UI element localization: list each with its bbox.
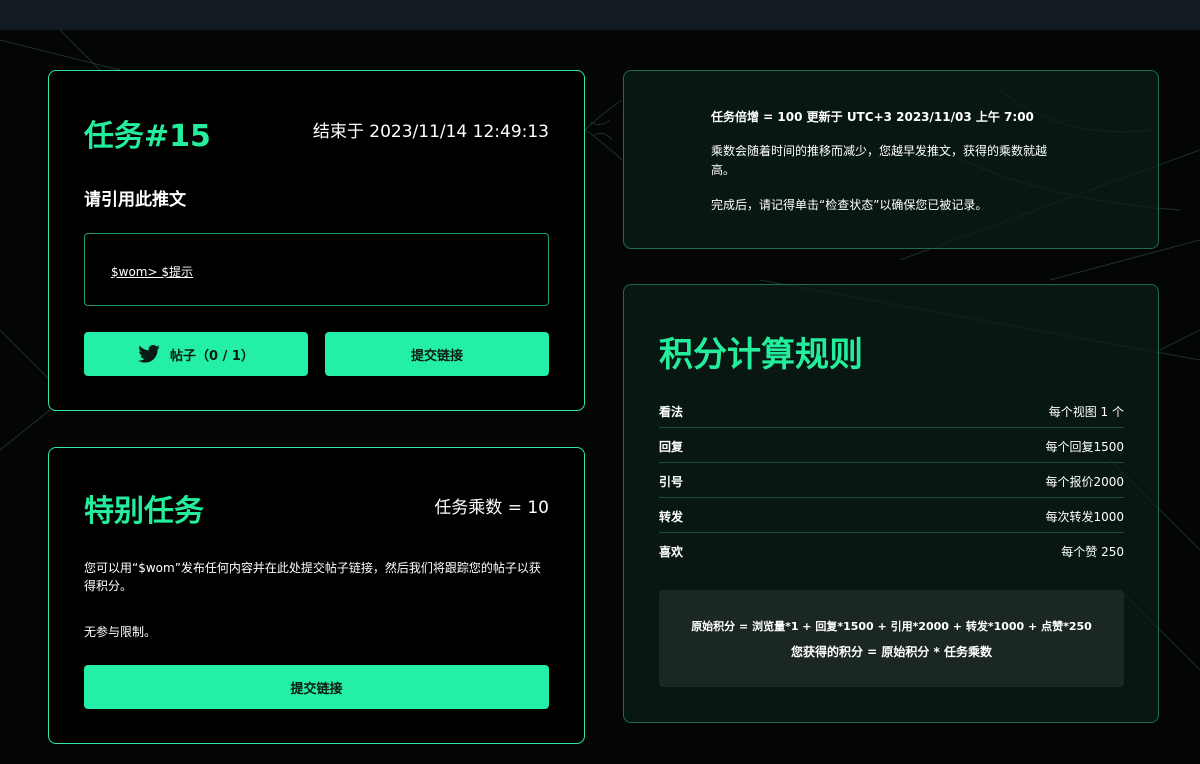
quote-box: $wom> $提示 [84, 233, 549, 306]
rule-value: 每个报价2000 [1045, 475, 1124, 489]
twitter-bird-icon [138, 345, 160, 363]
rule-label: 看法 [659, 405, 684, 419]
earned-points-formula: 您获得的积分 = 原始积分 * 任务乘数 [790, 645, 993, 659]
rule-row: 引号 每个报价2000 [659, 463, 1124, 498]
task-multiplier: 任务乘数 = 10 [434, 498, 549, 518]
task-instruction: 请引用此推文 [84, 190, 186, 210]
points-rules-card: 积分计算规则 看法 每个视图 1 个 回复 每个回复1500 引号 每个报价20… [623, 284, 1159, 723]
special-task-description: 您可以用“$wom”发布任何内容并在此处提交帖子链接，然后我们将跟踪您的帖子以获… [84, 561, 541, 593]
rule-label: 转发 [659, 510, 684, 524]
special-task-card: 特别任务 任务乘数 = 10 您可以用“$wom”发布任何内容并在此处提交帖子链… [48, 447, 585, 744]
post-button-label: 帖子（0 / 1） [170, 348, 254, 364]
rule-label: 回复 [659, 440, 684, 454]
participation-limit: 无参与限制。 [84, 625, 157, 639]
post-button[interactable]: 帖子（0 / 1） [84, 332, 308, 376]
rule-row: 回复 每个回复1500 [659, 428, 1124, 463]
rules-title: 积分计算规则 [659, 335, 863, 375]
rule-value: 每个回复1500 [1045, 440, 1124, 454]
rule-value: 每个赞 250 [1061, 545, 1124, 559]
rule-row: 喜欢 每个赞 250 [659, 533, 1124, 568]
top-bar [0, 0, 1200, 30]
task-card: 任务#15 结束于 2023/11/14 12:49:13 请引用此推文 $wo… [48, 70, 585, 411]
rule-row: 看法 每个视图 1 个 [659, 393, 1124, 428]
rule-value: 每个视图 1 个 [1048, 405, 1124, 419]
multiplier-headline: 任务倍增 = 100 更新于 UTC+3 2023/11/03 上午 7:00 [711, 110, 1034, 124]
submit-link-button[interactable]: 提交链接 [325, 332, 549, 376]
special-submit-link-button[interactable]: 提交链接 [84, 665, 549, 709]
special-task-title: 特别任务 [84, 494, 204, 529]
end-time: 结束于 2023/11/14 12:49:13 [312, 122, 549, 142]
rule-value: 每次转发1000 [1045, 510, 1124, 524]
formula-box: 原始积分 = 浏览量*1 + 回复*1500 + 引用*2000 + 转发*10… [659, 590, 1124, 687]
quote-link[interactable]: $wom> $提示 [111, 263, 193, 280]
check-status-reminder: 完成后，请记得单击“检查状态”以确保您已被记录。 [711, 198, 988, 212]
multiplier-explanation: 乘数会随着时间的推移而减少，您越早发推文，获得的乘数就越高。 [711, 144, 1048, 177]
task-title: 任务#15 [84, 119, 211, 154]
rule-row: 转发 每次转发1000 [659, 498, 1124, 533]
rule-label: 引号 [659, 475, 684, 489]
rule-label: 喜欢 [659, 545, 684, 559]
raw-points-formula: 原始积分 = 浏览量*1 + 回复*1500 + 引用*2000 + 转发*10… [691, 620, 1092, 633]
multiplier-info-card: 任务倍增 = 100 更新于 UTC+3 2023/11/03 上午 7:00 … [623, 70, 1159, 249]
